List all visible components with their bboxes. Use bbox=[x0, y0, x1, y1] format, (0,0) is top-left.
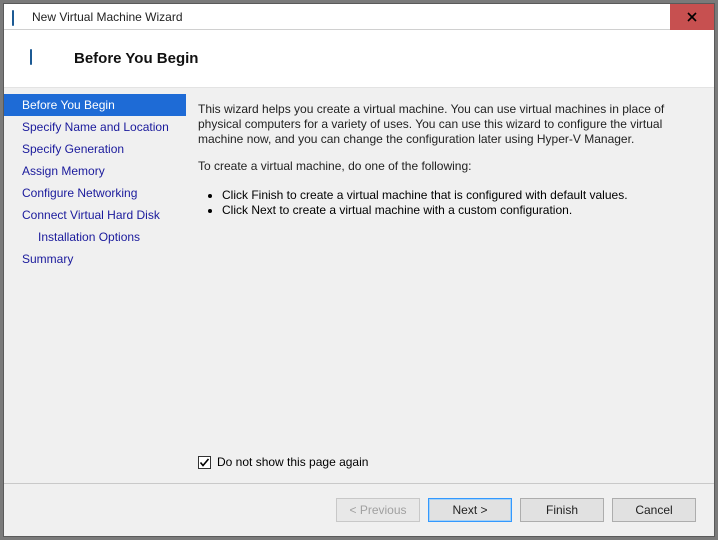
sidebar-item-summary[interactable]: Summary bbox=[4, 248, 186, 270]
wizard-steps-sidebar: Before You Begin Specify Name and Locati… bbox=[4, 88, 186, 483]
sidebar-item-specify-name[interactable]: Specify Name and Location bbox=[4, 116, 186, 138]
sidebar-item-assign-memory[interactable]: Assign Memory bbox=[4, 160, 186, 182]
instruction-text: To create a virtual machine, do one of t… bbox=[198, 159, 690, 174]
sidebar-item-installation-options[interactable]: Installation Options bbox=[4, 226, 186, 248]
sidebar-item-label: Specify Generation bbox=[22, 142, 124, 156]
option-finish: Click Finish to create a virtual machine… bbox=[222, 188, 690, 202]
wizard-window: New Virtual Machine Wizard Before You Be… bbox=[3, 3, 715, 537]
previous-button: < Previous bbox=[336, 498, 420, 522]
checkbox-label: Do not show this page again bbox=[217, 455, 368, 469]
page-title: Before You Begin bbox=[74, 50, 198, 67]
next-button[interactable]: Next > bbox=[428, 498, 512, 522]
close-button[interactable] bbox=[670, 4, 714, 30]
option-next: Click Next to create a virtual machine w… bbox=[222, 203, 690, 217]
titlebar: New Virtual Machine Wizard bbox=[4, 4, 714, 30]
sidebar-item-label: Assign Memory bbox=[22, 164, 105, 178]
intro-text: This wizard helps you create a virtual m… bbox=[198, 102, 690, 147]
do-not-show-checkbox[interactable]: Do not show this page again bbox=[198, 455, 690, 469]
sidebar-item-label: Specify Name and Location bbox=[22, 120, 169, 134]
monitor-icon bbox=[30, 50, 52, 68]
option-list: Click Finish to create a virtual machine… bbox=[198, 188, 690, 218]
finish-button[interactable]: Finish bbox=[520, 498, 604, 522]
sidebar-item-configure-networking[interactable]: Configure Networking bbox=[4, 182, 186, 204]
sidebar-item-label: Before You Begin bbox=[22, 98, 115, 112]
wizard-footer: < Previous Next > Finish Cancel bbox=[4, 483, 714, 536]
cancel-button[interactable]: Cancel bbox=[612, 498, 696, 522]
sidebar-item-before-you-begin[interactable]: Before You Begin bbox=[4, 94, 186, 116]
sidebar-item-label: Connect Virtual Hard Disk bbox=[22, 208, 160, 222]
close-icon bbox=[687, 12, 697, 22]
checkbox-icon bbox=[198, 456, 211, 469]
sidebar-item-label: Configure Networking bbox=[22, 186, 137, 200]
wizard-content: This wizard helps you create a virtual m… bbox=[186, 88, 714, 483]
monitor-icon bbox=[12, 11, 26, 23]
sidebar-item-label: Summary bbox=[22, 252, 73, 266]
window-title: New Virtual Machine Wizard bbox=[32, 10, 183, 24]
sidebar-item-connect-vhd[interactable]: Connect Virtual Hard Disk bbox=[4, 204, 186, 226]
banner: Before You Begin bbox=[4, 30, 714, 88]
sidebar-item-label: Installation Options bbox=[38, 230, 140, 244]
sidebar-item-specify-generation[interactable]: Specify Generation bbox=[4, 138, 186, 160]
